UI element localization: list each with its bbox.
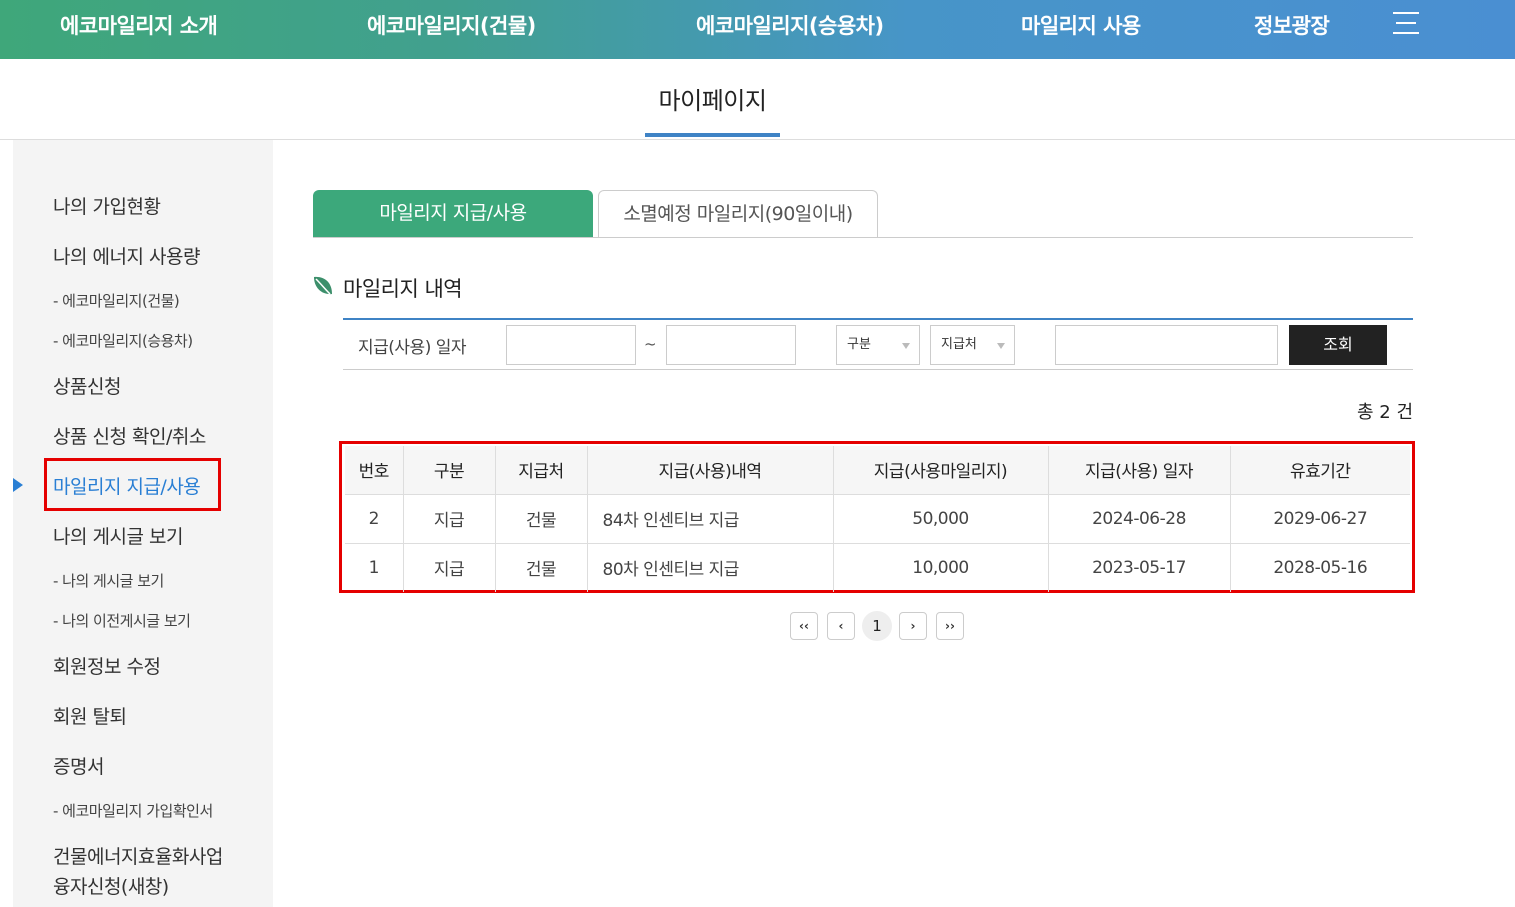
top-navigation: 에코마일리지 소개 에코마일리지(건물) 에코마일리지(승용차) 마일리지 사용… (0, 0, 1515, 59)
caret-down-icon (902, 343, 910, 349)
active-arrow-icon (13, 478, 23, 492)
column-header: 구분 (403, 446, 496, 495)
page-header: 마이페이지 (0, 59, 1515, 140)
column-header: 지급(사용마일리지) (833, 446, 1049, 495)
date-filter-label: 지급(사용) 일자 (358, 338, 467, 358)
table-cell: 건물 (495, 494, 588, 544)
highlight-box-sidebar (44, 458, 221, 511)
sidebar-item-edit-profile[interactable]: 회원정보 수정 (53, 652, 161, 679)
column-header: 지급(사용) 일자 (1048, 446, 1231, 495)
hamburger-menu-icon[interactable] (1393, 12, 1419, 34)
sidebar-item-my-subscription[interactable]: 나의 가입현황 (53, 192, 161, 219)
table-cell: 2024-06-28 (1048, 494, 1231, 544)
next-page-button[interactable]: › (899, 612, 927, 640)
end-date-input[interactable] (666, 325, 796, 365)
sidebar-item-withdraw[interactable]: 회원 탈퇴 (53, 702, 127, 729)
nav-eco-intro[interactable]: 에코마일리지 소개 (60, 10, 218, 40)
nav-eco-building[interactable]: 에코마일리지(건물) (367, 10, 536, 40)
payer-select[interactable]: 지급처 (930, 325, 1015, 365)
nav-mileage-use[interactable]: 마일리지 사용 (1021, 10, 1141, 40)
table-header-row: 번호 구분 지급처 지급(사용)내역 지급(사용마일리지) 지급(사용) 일자 … (345, 446, 1410, 495)
tab-mileage-payment[interactable]: 마일리지 지급/사용 (313, 190, 593, 238)
leaf-icon (314, 276, 332, 295)
nav-info-plaza[interactable]: 정보광장 (1254, 10, 1330, 40)
sidebar-item-product-apply[interactable]: 상품신청 (53, 372, 121, 399)
caret-down-icon (997, 343, 1005, 349)
keyword-input[interactable] (1055, 325, 1278, 365)
table-cell: 지급 (403, 494, 496, 544)
table-cell: 84차 인센티브 지급 (587, 494, 834, 544)
table-row: 1 지급 건물 80차 인센티브 지급 10,000 2023-05-17 20… (345, 543, 1410, 592)
start-date-input[interactable] (506, 325, 636, 365)
column-header: 지급처 (495, 446, 588, 495)
sidebar-item-my-energy-usage[interactable]: 나의 에너지 사용량 (53, 242, 200, 269)
table-cell: 2029-06-27 (1230, 494, 1410, 544)
first-page-button[interactable]: ‹‹ (790, 612, 818, 640)
current-page[interactable]: 1 (862, 611, 892, 641)
sidebar-item-product-confirm[interactable]: 상품 신청 확인/취소 (53, 422, 206, 449)
page-title-underline (645, 133, 780, 137)
sidebar-item-certificate[interactable]: 증명서 (53, 752, 104, 779)
table-cell: 2 (345, 494, 404, 544)
mileage-table: 번호 구분 지급처 지급(사용)내역 지급(사용마일리지) 지급(사용) 일자 … (345, 446, 1410, 592)
column-header: 유효기간 (1230, 446, 1410, 495)
table-cell: 10,000 (833, 543, 1049, 592)
section-title: 마일리지 내역 (343, 277, 463, 301)
sidebar-subitem-my-old-posts[interactable]: - 나의 이전게시글 보기 (53, 610, 191, 631)
last-page-button[interactable]: ›› (936, 612, 964, 640)
sidebar-subitem-my-posts[interactable]: - 나의 게시글 보기 (53, 570, 164, 591)
type-select-value: 구분 (847, 337, 871, 352)
sidebar-subitem-eco-car[interactable]: - 에코마일리지(승용차) (53, 330, 193, 351)
table-cell: 지급 (403, 543, 496, 592)
table-row: 2 지급 건물 84차 인센티브 지급 50,000 2024-06-28 20… (345, 494, 1410, 544)
tab-divider (313, 237, 1413, 238)
column-header: 지급(사용)내역 (587, 446, 834, 495)
table-cell: 1 (345, 543, 404, 592)
column-header: 번호 (345, 446, 404, 495)
table-cell: 80차 인센티브 지급 (587, 543, 834, 592)
type-select[interactable]: 구분 (836, 325, 920, 365)
sidebar-subitem-membership-certificate[interactable]: - 에코마일리지 가입확인서 (53, 800, 213, 821)
search-button[interactable]: 조회 (1289, 325, 1387, 365)
table-cell: 50,000 (833, 494, 1049, 544)
sidebar-subitem-eco-building[interactable]: - 에코마일리지(건물) (53, 290, 180, 311)
table-cell: 2023-05-17 (1048, 543, 1231, 592)
tab-expiring-mileage[interactable]: 소멸예정 마일리지(90일이내) (598, 190, 878, 238)
total-count: 총 2 건 (1356, 402, 1413, 423)
table-cell: 2028-05-16 (1273, 557, 1368, 578)
payer-select-value: 지급처 (941, 337, 977, 352)
date-range-separator: ~ (644, 335, 657, 353)
table-cell: 건물 (495, 543, 588, 592)
sidebar-item-my-posts[interactable]: 나의 게시글 보기 (53, 522, 183, 549)
page-title: 마이페이지 (658, 87, 767, 115)
nav-eco-car[interactable]: 에코마일리지(승용차) (696, 10, 884, 40)
prev-page-button[interactable]: ‹ (827, 612, 855, 640)
sidebar-item-loan-apply[interactable]: 융자신청(새창) (53, 872, 169, 899)
sidebar-item-building-efficiency[interactable]: 건물에너지효율화사업 (53, 842, 223, 869)
